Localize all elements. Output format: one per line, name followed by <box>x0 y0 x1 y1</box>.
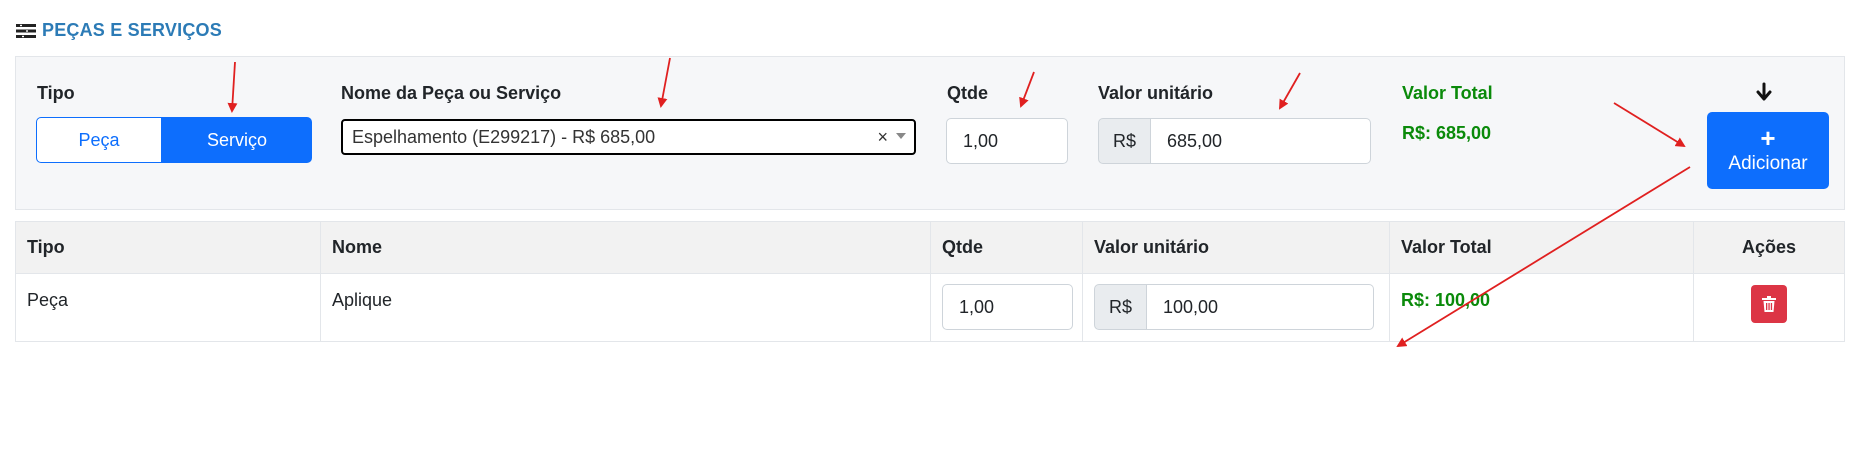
column-header-qtde: Qtde <box>930 221 1083 274</box>
valor-total-value: R$: 685,00 <box>1402 123 1492 143</box>
list-icon <box>16 23 36 38</box>
clear-icon[interactable]: × <box>877 127 888 148</box>
items-table: Tipo Nome Qtde Valor unitário Valor Tota… <box>15 221 1845 342</box>
row-qtde-input[interactable]: 1,00 <box>942 284 1073 330</box>
table-row: Peça Aplique 1,00 R$ 100,00 R$: 100,00 <box>15 273 1845 342</box>
valor-unitario-input[interactable]: 685,00 <box>1151 118 1371 164</box>
tipo-label: Tipo <box>37 83 75 103</box>
qtde-label: Qtde <box>947 83 989 103</box>
row-currency-addon: R$ <box>1094 284 1147 330</box>
tipo-peca-button[interactable]: Peça <box>36 117 162 163</box>
column-header-valor-unitario: Valor unitário <box>1082 221 1390 274</box>
add-button[interactable]: + Adicionar <box>1707 112 1829 189</box>
section-title-text: PEÇAS E SERVIÇOS <box>42 20 222 40</box>
column-header-valor-total: Valor Total <box>1389 221 1694 274</box>
row-valor-group: R$ 100,00 <box>1094 284 1389 330</box>
row-total: R$: 100,00 <box>1389 273 1694 342</box>
qtde-input[interactable]: 1,00 <box>946 118 1068 164</box>
nome-label: Nome da Peça ou Serviço <box>341 83 562 103</box>
trash-icon <box>1762 296 1776 312</box>
valor-unitario-group: R$ 685,00 <box>1098 118 1371 164</box>
chevron-down-icon[interactable] <box>896 133 906 139</box>
row-valor-cell: R$ 100,00 <box>1082 273 1390 342</box>
add-button-label: Adicionar <box>1728 152 1808 174</box>
column-header-nome: Nome <box>320 221 931 274</box>
row-tipo: Peça <box>15 273 321 342</box>
delete-button[interactable] <box>1751 285 1787 323</box>
nome-select-value: Espelhamento (E299217) - R$ 685,00 <box>352 126 656 147</box>
tipo-servico-button[interactable]: Serviço <box>162 117 312 163</box>
tipo-toggle: Peça Serviço <box>36 117 312 163</box>
section-title: PEÇAS E SERVIÇOS <box>16 20 222 41</box>
arrow-down-icon <box>1756 82 1772 101</box>
table-header-row: Tipo Nome Qtde Valor unitário Valor Tota… <box>15 221 1845 274</box>
row-actions-cell <box>1693 273 1845 342</box>
row-nome: Aplique <box>320 273 931 342</box>
column-header-tipo: Tipo <box>15 221 321 274</box>
plus-icon: + <box>1760 122 1776 153</box>
row-qtde-cell: 1,00 <box>930 273 1083 342</box>
currency-addon: R$ <box>1098 118 1151 164</box>
nome-select[interactable]: Espelhamento (E299217) - R$ 685,00 × <box>341 119 916 155</box>
row-valor-input[interactable]: 100,00 <box>1147 284 1374 330</box>
column-header-acoes: Ações <box>1693 221 1845 274</box>
valor-unitario-label: Valor unitário <box>1098 83 1214 103</box>
valor-total-label: Valor Total <box>1402 83 1493 103</box>
